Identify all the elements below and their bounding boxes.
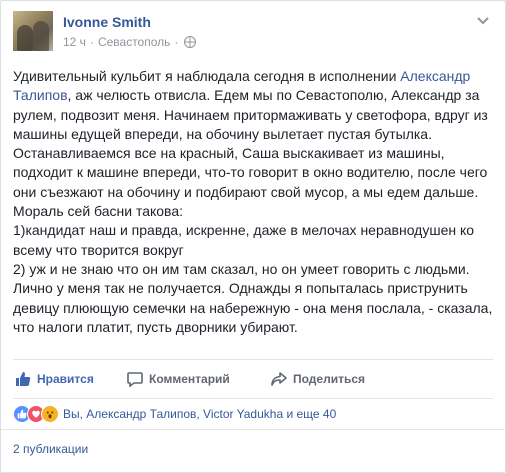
- comment-button[interactable]: Комментарий: [127, 360, 271, 398]
- divider: [1, 429, 505, 430]
- share-button[interactable]: Поделиться: [271, 360, 365, 398]
- comment-icon: [127, 371, 143, 387]
- reactions-summary[interactable]: Вы, Александр Талипов, Victor Yadukha и …: [13, 403, 493, 425]
- post-paragraph: Мораль сей басни такова:: [13, 203, 184, 220]
- like-label: Нравится: [37, 372, 94, 386]
- chevron-down-icon[interactable]: [475, 13, 491, 29]
- meta-separator: ·: [89, 35, 94, 49]
- thumbs-up-icon: [15, 371, 31, 387]
- action-bar: Нравится Комментарий Поделиться: [13, 359, 493, 399]
- meta-dot: ·: [174, 35, 179, 49]
- share-arrow-icon: [271, 371, 287, 387]
- post-card: Ivonne Smith 12 ч · Севастополь · Удивит…: [0, 0, 506, 473]
- comment-label: Комментарий: [149, 372, 230, 386]
- post-header: Ivonne Smith 12 ч · Севастополь ·: [13, 11, 493, 57]
- wow-reaction-icon: [41, 405, 59, 423]
- post-body: Удивительный кульбит я наблюдала сегодня…: [13, 67, 497, 337]
- post-paragraph: 2) уж и не знаю что он им там сказал, но…: [13, 260, 493, 335]
- shares-count[interactable]: 2 публикации: [13, 442, 88, 456]
- reactions-text[interactable]: Вы, Александр Талипов, Victor Yadukha и …: [63, 407, 336, 421]
- share-label: Поделиться: [293, 372, 366, 386]
- post-paragraph: 1)кандидат наш и правда, искренне, даже …: [13, 222, 475, 258]
- post-location[interactable]: Севастополь: [98, 35, 170, 49]
- post-paragraph: Удивительный кульбит я наблюдала сегодня…: [13, 68, 488, 200]
- author-name[interactable]: Ivonne Smith: [63, 14, 151, 30]
- post-time[interactable]: 12 ч: [63, 35, 86, 49]
- like-button[interactable]: Нравится: [15, 360, 127, 398]
- post-meta: 12 ч · Севастополь ·: [63, 35, 197, 49]
- avatar[interactable]: [13, 11, 53, 51]
- globe-icon[interactable]: [184, 36, 197, 48]
